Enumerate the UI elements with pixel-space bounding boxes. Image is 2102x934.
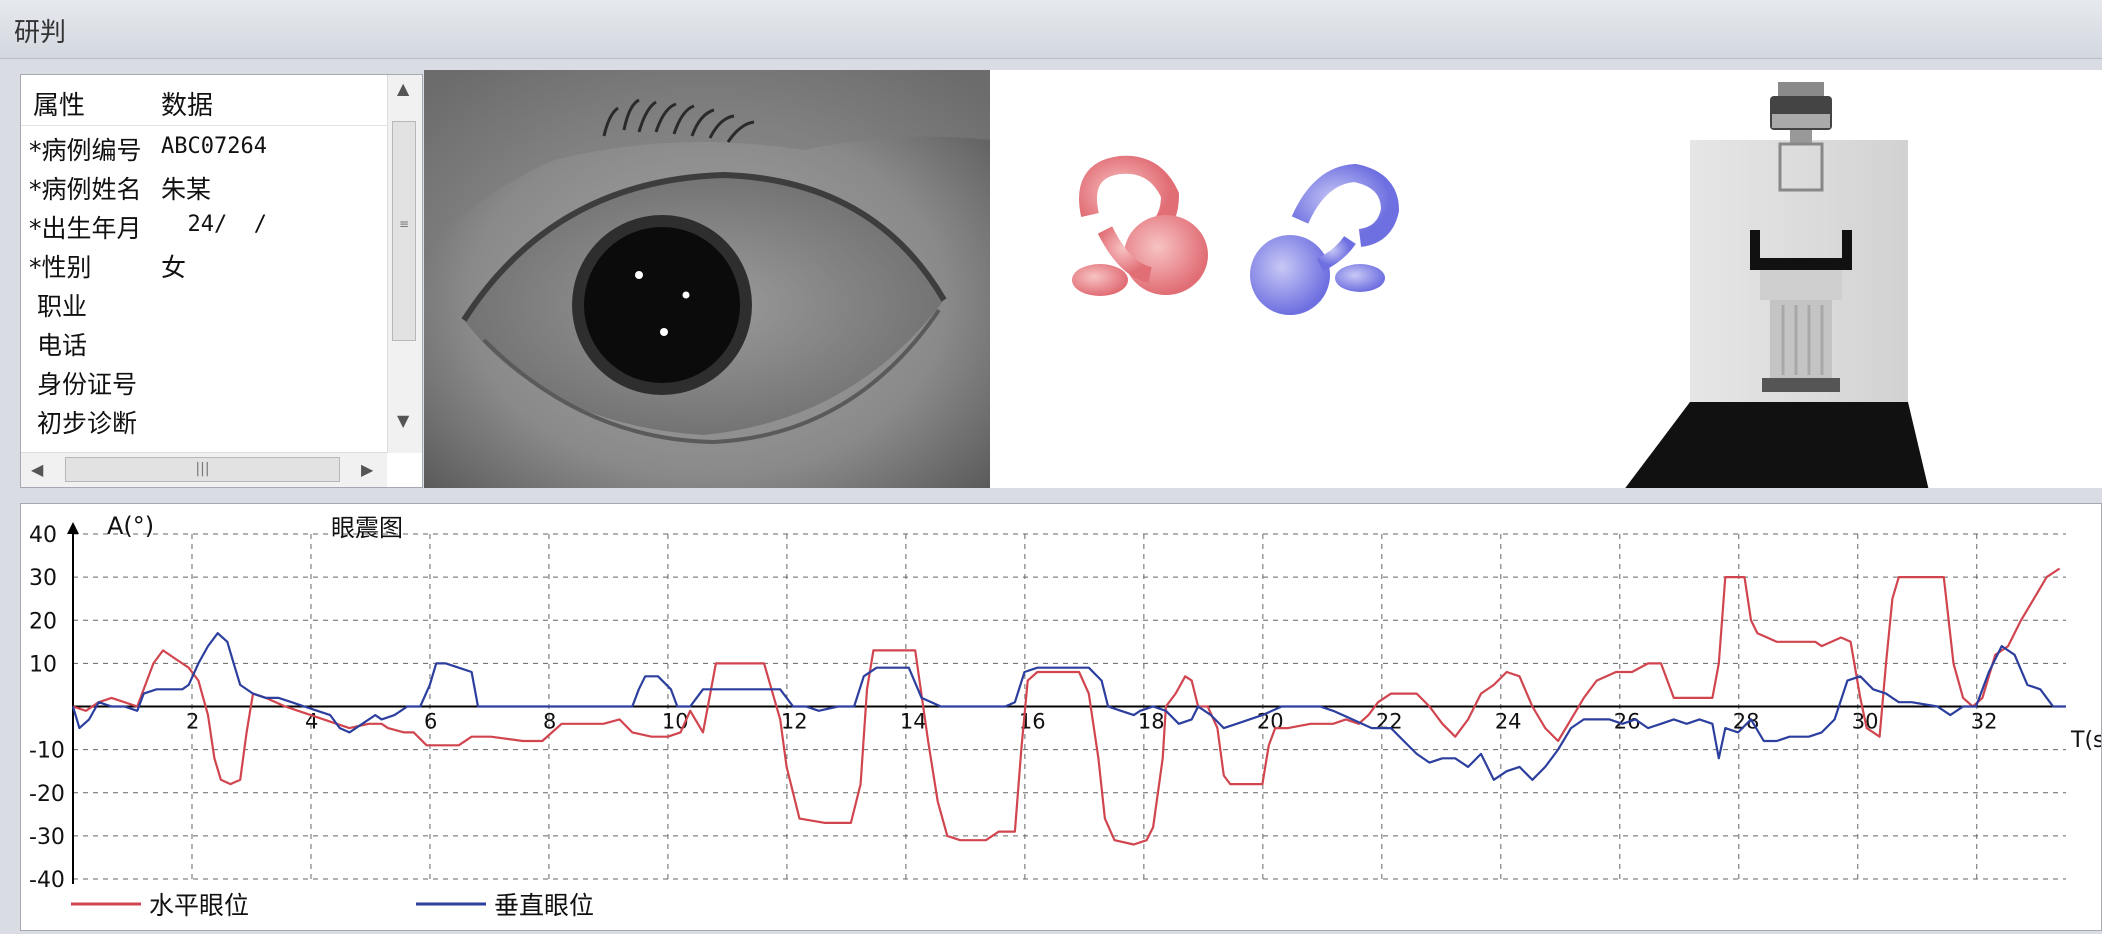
x-tick-label: 14 bbox=[900, 710, 927, 734]
grid-row-value[interactable]: ABC07264 bbox=[161, 134, 267, 159]
chart-title: 眼震图 bbox=[331, 514, 403, 542]
scroll-grip-icon: ≡ bbox=[399, 217, 410, 231]
rotating-chair-model bbox=[1620, 82, 1930, 495]
scroll-left-icon[interactable]: ◀ bbox=[31, 460, 43, 479]
grid-row-case-name[interactable]: *病例姓名 朱某 bbox=[21, 166, 387, 205]
patient-property-grid[interactable]: 属性 数据 *病例编号 ABC07264 *病例姓名 朱某 *出生年月 24/ … bbox=[20, 74, 423, 488]
right-semicircular-canal-model bbox=[1250, 163, 1400, 315]
y-tick-label: 30 bbox=[29, 566, 57, 591]
left-semicircular-canal-model bbox=[1072, 155, 1208, 296]
grid-row-label: *性别 bbox=[29, 253, 92, 282]
x-tick-label: 28 bbox=[1733, 710, 1760, 734]
nystagmus-chart: 40 30 20 10 -10 -20 -30 -40 2 4 6 8 10 12 14 16 18 20 22 24… bbox=[20, 503, 2102, 931]
scroll-down-icon[interactable]: ▼ bbox=[397, 411, 409, 430]
grid-row-label: 身份证号 bbox=[29, 370, 137, 399]
y-tick-label: -30 bbox=[29, 825, 65, 850]
y-tick-label: -20 bbox=[29, 782, 65, 807]
grid-row-label: *病例编号 bbox=[29, 136, 142, 165]
x-tick-label: 22 bbox=[1376, 710, 1403, 734]
y-axis-label: A(°) bbox=[107, 512, 154, 540]
scroll-right-icon[interactable]: ▶ bbox=[361, 460, 373, 479]
horizontal-scrollbar[interactable]: ◀ ||| ▶ bbox=[21, 452, 387, 487]
x-tick-label: 2 bbox=[186, 710, 199, 734]
grid-row-value[interactable]: 女 bbox=[161, 248, 186, 284]
y-tick-label: 20 bbox=[29, 609, 57, 634]
scroll-up-icon[interactable]: ▲ bbox=[397, 79, 409, 98]
y-tick-label: 40 bbox=[29, 523, 57, 548]
y-tick-label: 10 bbox=[29, 652, 57, 677]
vertical-scrollbar[interactable]: ▲ ≡ ▼ bbox=[387, 75, 422, 453]
grid-row-id-number[interactable]: 身份证号 bbox=[21, 361, 387, 400]
window-title: 研判 bbox=[14, 18, 67, 48]
grid-row-label: *病例姓名 bbox=[29, 175, 142, 204]
eye-camera-view bbox=[424, 70, 990, 488]
grid-row-occupation[interactable]: 职业 bbox=[21, 283, 387, 322]
grid-row-case-id[interactable]: *病例编号 ABC07264 bbox=[21, 127, 387, 166]
legend-label-horizontal: 水平眼位 bbox=[149, 891, 249, 920]
x-tick-label: 6 bbox=[424, 710, 437, 734]
y-tick-label: -10 bbox=[29, 739, 65, 764]
x-tick-label: 18 bbox=[1138, 710, 1165, 734]
x-tick-label: 20 bbox=[1257, 710, 1284, 734]
grid-row-diagnosis[interactable]: 初步诊断 bbox=[21, 400, 387, 439]
horizontal-scroll-thumb[interactable]: ||| bbox=[65, 457, 340, 482]
grid-header: 属性 数据 bbox=[21, 75, 387, 126]
eye-image bbox=[424, 70, 990, 488]
grid-row-label: 电话 bbox=[29, 331, 87, 360]
legend-label-vertical: 垂直眼位 bbox=[494, 891, 594, 920]
grid-header-attribute: 属性 bbox=[33, 91, 86, 121]
chart-svg: 40302010-10-20-30-402 4 6 8 10 12 14 16 18 20 22 24… bbox=[29, 512, 2102, 920]
x-tick-label: 12 bbox=[781, 710, 808, 734]
legend: 水平眼位 垂直眼位 bbox=[71, 891, 594, 920]
window-titlebar: 研判 bbox=[0, 0, 2102, 59]
x-axis-label: T(s bbox=[2070, 728, 2101, 753]
grid-row-label: 初步诊断 bbox=[29, 409, 137, 438]
grid-row-value[interactable]: 24/ / bbox=[161, 212, 266, 237]
grid-header-data: 数据 bbox=[161, 91, 214, 121]
y-axis-arrow-icon bbox=[67, 522, 79, 534]
grid-row-label: 职业 bbox=[29, 292, 87, 321]
grid-row-value[interactable]: 朱某 bbox=[161, 170, 211, 206]
grid-row-label: *出生年月 bbox=[29, 214, 142, 243]
grid-row-birth-date[interactable]: *出生年月 24/ / bbox=[21, 205, 387, 244]
x-tick-label: 32 bbox=[1971, 710, 1998, 734]
grid-row-phone[interactable]: 电话 bbox=[21, 322, 387, 361]
3d-model-view bbox=[990, 70, 2102, 495]
y-tick-label: -40 bbox=[29, 868, 65, 893]
x-tick-label: 24 bbox=[1495, 710, 1522, 734]
vertical-scroll-thumb[interactable]: ≡ bbox=[392, 121, 416, 341]
grid-row-gender[interactable]: *性别 女 bbox=[21, 244, 387, 283]
